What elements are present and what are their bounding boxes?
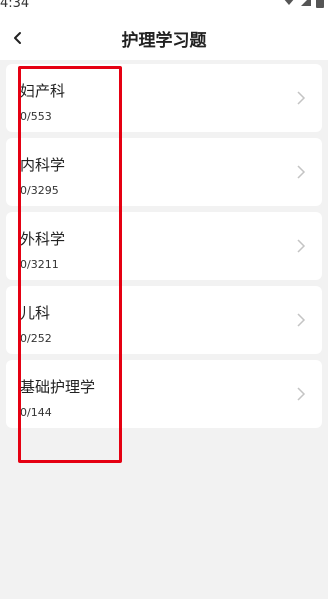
list-item[interactable]: 基础护理学 0/144 [6, 360, 322, 428]
status-icons [282, 0, 324, 10]
course-progress: 0/252 [20, 332, 52, 345]
status-bar: 4:34 [0, 0, 328, 14]
status-time: 4:34 [0, 0, 30, 11]
chevron-right-icon [297, 165, 306, 179]
list-item[interactable]: 外科学 0/3211 [6, 212, 322, 280]
course-name: 妇产科 [20, 82, 66, 100]
course-progress: 0/553 [20, 110, 52, 123]
list-item[interactable]: 儿科 0/252 [6, 286, 322, 354]
battery-icon [316, 0, 324, 8]
course-progress: 0/3211 [20, 258, 59, 271]
course-name: 基础护理学 [20, 378, 96, 396]
course-progress: 0/144 [20, 406, 52, 419]
chevron-right-icon [297, 91, 306, 105]
chevron-right-icon [297, 313, 306, 327]
app-bar: 护理学习题 [0, 14, 328, 60]
list-item[interactable]: 妇产科 0/553 [6, 64, 322, 132]
list-item[interactable]: 内科学 0/3295 [6, 138, 322, 206]
chevron-right-icon [297, 387, 306, 401]
course-name: 内科学 [20, 156, 66, 174]
course-name: 外科学 [20, 230, 66, 248]
chevron-right-icon [297, 239, 306, 253]
signal-icon [301, 0, 311, 6]
wifi-icon [284, 0, 294, 5]
course-list: 妇产科 0/553 内科学 0/3295 外科学 0/3211 儿科 0/252… [6, 64, 322, 434]
page-title: 护理学习题 [121, 31, 207, 51]
course-name: 儿科 [20, 304, 51, 322]
course-progress: 0/3295 [20, 184, 59, 197]
